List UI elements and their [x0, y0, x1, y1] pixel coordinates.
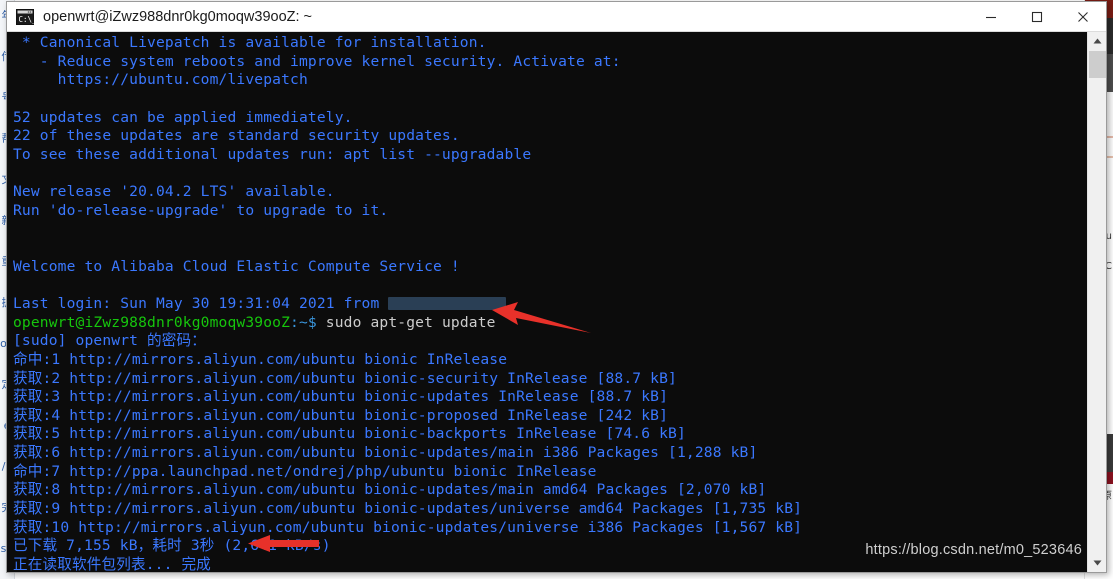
close-button[interactable] — [1060, 2, 1106, 31]
terminal-text-segment: 正在读取软件包列表... 完成 — [13, 555, 211, 572]
terminal-text-segment: https://ubuntu.com/livepatch — [13, 71, 308, 89]
terminal-text-segment: Run 'do-release-upgrade' to upgrade to i… — [13, 201, 389, 219]
terminal-text-segment: 22 of these updates are standard securit… — [13, 127, 460, 145]
terminal-text-segment: 获取:4 http://mirrors.aliyun.com/ubuntu bi… — [13, 406, 669, 424]
terminal-text-segment: Last login: Sun May 30 19:31:04 2021 fro… — [13, 294, 389, 312]
line-apt-4: 获取:4 http://mirrors.aliyun.com/ubuntu bi… — [13, 407, 1086, 426]
line-blank-3 — [13, 220, 1086, 239]
window-title: openwrt@iZwz988dnr0kg0moqw39ooZ: ~ — [43, 8, 313, 25]
terminal-text-segment: 获取:6 http://mirrors.aliyun.com/ubuntu bi… — [13, 444, 758, 462]
terminal-text-segment: 获取:8 http://mirrors.aliyun.com/ubuntu bi… — [13, 481, 767, 499]
line-upgradable-hint: To see these additional updates run: apt… — [13, 146, 1086, 165]
terminal-text-segment: : — [290, 313, 299, 331]
scrollbar-down-arrow-icon[interactable] — [1088, 554, 1107, 572]
line-apt-9: 获取:9 http://mirrors.aliyun.com/ubuntu bi… — [13, 500, 1086, 519]
line-blank-1 — [13, 90, 1086, 109]
terminal-text-segment: 获取:3 http://mirrors.aliyun.com/ubuntu bi… — [13, 388, 669, 406]
terminal-text-segment: 命中:7 http://ppa.launchpad.net/ondrej/php… — [13, 462, 597, 480]
line-apt-3: 获取:3 http://mirrors.aliyun.com/ubuntu bi… — [13, 388, 1086, 407]
line-apt-2: 获取:2 http://mirrors.aliyun.com/ubuntu bi… — [13, 370, 1086, 389]
line-blank-4 — [13, 239, 1086, 258]
terminal-text-segment: Welcome to Alibaba Cloud Elastic Compute… — [13, 257, 460, 275]
console-window: C:\_ openwrt@iZwz988dnr0kg0moqw39ooZ: ~ … — [6, 1, 1107, 573]
line-blank-2 — [13, 164, 1086, 183]
title-bar[interactable]: C:\_ openwrt@iZwz988dnr0kg0moqw39ooZ: ~ — [7, 2, 1106, 32]
terminal-text-segment: 获取:5 http://mirrors.aliyun.com/ubuntu bi… — [13, 425, 686, 443]
terminal-text-segment: 已下载 7,155 kB，耗时 3秒 (2,641 kB/s) — [13, 537, 331, 555]
line-apt-1: 命中:1 http://mirrors.aliyun.com/ubuntu bi… — [13, 351, 1086, 370]
line-new-release: New release '20.04.2 LTS' available. — [13, 183, 1086, 202]
scrollbar-up-arrow-icon[interactable] — [1088, 32, 1107, 50]
watermark-text: https://blog.csdn.net/m0_523646 — [865, 542, 1082, 558]
line-security-count: 22 of these updates are standard securit… — [13, 127, 1086, 146]
line-livepatch-1: * Canonical Livepatch is available for i… — [13, 34, 1086, 53]
terminal-text-segment: To see these additional updates run: apt… — [13, 145, 532, 163]
line-apt-10: 获取:10 http://mirrors.aliyun.com/ubuntu b… — [13, 519, 1086, 538]
line-sudo-password: [sudo] openwrt 的密码： — [13, 332, 1086, 351]
scrollbar-thumb[interactable] — [1089, 51, 1106, 78]
console-icon: C:\_ — [16, 8, 37, 25]
line-apt-5: 获取:5 http://mirrors.aliyun.com/ubuntu bi… — [13, 425, 1086, 444]
terminal-lines: * Canonical Livepatch is available for i… — [13, 34, 1086, 572]
redacted-ip-address — [388, 296, 507, 310]
line-apt-6: 获取:6 http://mirrors.aliyun.com/ubuntu bi… — [13, 444, 1086, 463]
terminal-text-segment: 获取:10 http://mirrors.aliyun.com/ubuntu b… — [13, 518, 803, 536]
terminal-text-segment: * Canonical Livepatch is available for i… — [13, 34, 487, 51]
terminal-text-segment: 命中:1 http://mirrors.aliyun.com/ubuntu bi… — [13, 350, 508, 368]
line-run-upgrade: Run 'do-release-upgrade' to upgrade to i… — [13, 202, 1086, 221]
line-blank-5 — [13, 276, 1086, 295]
terminal-text-segment: New release '20.04.2 LTS' available. — [13, 183, 335, 201]
maximize-icon — [1031, 11, 1043, 22]
line-prompt-command: openwrt@iZwz988dnr0kg0moqw39ooZ:~$ sudo … — [13, 314, 1086, 333]
terminal-text-segment: ~ — [298, 313, 308, 331]
line-updates-count: 52 updates can be applied immediately. — [13, 109, 1086, 128]
svg-text:C:\_: C:\_ — [19, 15, 35, 24]
line-livepatch-2: - Reduce system reboots and improve kern… — [13, 53, 1086, 72]
minimize-button[interactable] — [968, 2, 1014, 31]
terminal-scrollbar[interactable] — [1087, 32, 1106, 572]
terminal-text-segment: 52 updates can be applied immediately. — [13, 108, 353, 126]
terminal-output-area[interactable]: * Canonical Livepatch is available for i… — [7, 32, 1086, 572]
line-apt-7: 命中:7 http://ppa.launchpad.net/ondrej/php… — [13, 463, 1086, 482]
terminal-text-segment: openwrt@iZwz988dnr0kg0moqw39ooZ — [13, 313, 291, 331]
terminal-text-segment: sudo apt-get update — [325, 313, 496, 331]
line-apt-8: 获取:8 http://mirrors.aliyun.com/ubuntu bi… — [13, 481, 1086, 500]
line-livepatch-3: https://ubuntu.com/livepatch — [13, 71, 1086, 90]
close-icon — [1078, 11, 1088, 22]
terminal-text-segment: 获取:9 http://mirrors.aliyun.com/ubuntu bi… — [13, 500, 803, 518]
terminal-text-segment: 获取:2 http://mirrors.aliyun.com/ubuntu bi… — [13, 369, 677, 387]
line-last-login: Last login: Sun May 30 19:31:04 2021 fro… — [13, 295, 1086, 314]
terminal-text-segment: $ — [307, 313, 326, 331]
maximize-button[interactable] — [1014, 2, 1060, 31]
terminal-text-segment: [sudo] openwrt 的密码： — [13, 332, 207, 350]
minimize-icon — [986, 16, 996, 18]
line-reading-lists: 正在读取软件包列表... 完成 — [13, 556, 1086, 572]
terminal-text-segment: - Reduce system reboots and improve kern… — [13, 52, 621, 70]
line-welcome: Welcome to Alibaba Cloud Elastic Compute… — [13, 258, 1086, 277]
